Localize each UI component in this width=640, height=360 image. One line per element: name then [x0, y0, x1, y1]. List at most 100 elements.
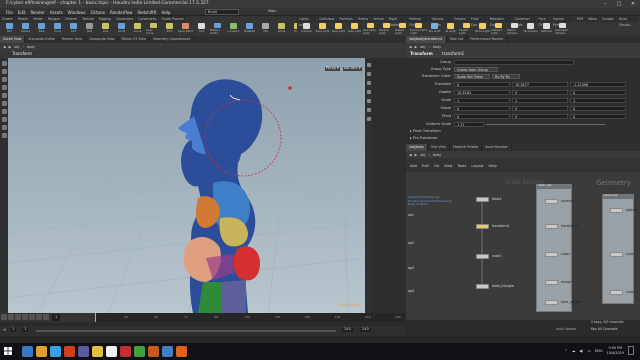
menu-file[interactable]: File: [6, 10, 13, 15]
taskbar-app-icon[interactable]: [50, 346, 61, 357]
shelf-tab[interactable]: Rigid Bodies: [386, 16, 407, 27]
viewport-scene[interactable]: [8, 58, 365, 313]
taskbar-app-icon[interactable]: [92, 346, 103, 357]
node-merge[interactable]: [545, 280, 558, 285]
shaded-icon[interactable]: [366, 90, 371, 94]
menu-render[interactable]: Render: [30, 10, 44, 15]
back-arrow-icon[interactable]: ◀: [409, 153, 412, 157]
shelf-tab[interactable]: Container Tools: [512, 16, 536, 27]
tab-performance-monitor[interactable]: Performance Monitor: [467, 36, 508, 43]
play-end-icon[interactable]: [43, 314, 49, 320]
path-obj[interactable]: obj: [420, 153, 425, 157]
node-tube[interactable]: [545, 300, 558, 305]
path-body[interactable]: body: [433, 45, 441, 49]
shelf-tool-button[interactable]: Circle: [114, 23, 129, 35]
measure-tool-icon[interactable]: [1, 133, 7, 138]
3d-viewport[interactable]: Persp ▾ No cam ▾ Indie Edition: [8, 58, 365, 313]
rotate-y-field[interactable]: 0: [512, 90, 568, 95]
pivot-x-field[interactable]: 0: [454, 114, 510, 119]
shelf-tab[interactable]: Grains: [355, 16, 371, 22]
shelf-tab[interactable]: Oceans: [451, 16, 468, 22]
shelf-tab[interactable]: Texture: [80, 16, 96, 22]
translate-y-field[interactable]: 10.3477: [512, 82, 568, 87]
shelf-tool-button[interactable]: L-System: [226, 23, 241, 35]
translate-z-field[interactable]: -1.21398: [570, 82, 626, 87]
notifications-icon[interactable]: [628, 346, 634, 355]
range-end-field-2[interactable]: 240: [360, 327, 371, 332]
wireframe-icon[interactable]: [366, 81, 371, 85]
shelf-tool-button[interactable]: Switcher: [539, 23, 554, 35]
node-color[interactable]: [610, 290, 623, 295]
cloud-icon[interactable]: ☁: [572, 349, 576, 353]
shelf-tab[interactable]: Viscous Fluids: [429, 16, 451, 27]
current-frame-field[interactable]: 1: [52, 314, 61, 321]
rotate-x-field[interactable]: 15.5263: [454, 90, 510, 95]
node-blast-triangle[interactable]: [476, 284, 489, 289]
taskbar-app-icon[interactable]: [176, 346, 187, 357]
shelf-tool-button[interactable]: Portal Light: [475, 23, 490, 35]
tab-scene-view[interactable]: Scene View: [0, 36, 26, 43]
shelf-tab[interactable]: Create: [0, 16, 15, 22]
tab-animation-editor[interactable]: Animation Editor: [25, 36, 59, 43]
tab-params[interactable]: /obj/body/transform1: [406, 36, 447, 43]
shelf-tool-button[interactable]: Area Light: [347, 23, 362, 35]
scale-x-field[interactable]: 1: [454, 98, 510, 103]
maximize-button[interactable]: □: [612, 0, 626, 8]
forward-arrow-icon[interactable]: ▶: [415, 45, 418, 49]
view-tool-icon[interactable]: [1, 109, 7, 114]
shelf-tool-button[interactable]: Path: [162, 23, 177, 35]
shelf-tab[interactable]: Vellum: [371, 16, 386, 22]
tab-take-list[interactable]: Take List: [447, 36, 468, 43]
move-tool-icon[interactable]: [1, 69, 7, 74]
timeline-ruler[interactable]: 24 48 72 96 120 144 168 192 216 240: [95, 313, 406, 322]
handle-tool-icon[interactable]: [1, 93, 7, 98]
display-options-icon[interactable]: [366, 63, 371, 67]
main-label[interactable]: Main: [268, 9, 277, 14]
shelf-tool-button[interactable]: Torus: [50, 23, 65, 35]
play-start-icon[interactable]: [1, 314, 7, 320]
grid-toggle-icon[interactable]: [366, 99, 371, 103]
tab-motion-fx-view[interactable]: Motion FX View: [119, 36, 150, 43]
range-icon[interactable]: ⟲: [3, 328, 6, 333]
shelf-tab[interactable]: Particles: [337, 16, 355, 22]
scale-z-field[interactable]: 1: [570, 98, 626, 103]
shelf-tab[interactable]: Characters: [113, 16, 136, 22]
tab-composite-view[interactable]: Composite View: [86, 36, 119, 43]
shelf-tab[interactable]: FEM: [574, 16, 586, 22]
menu-add[interactable]: Add: [410, 164, 417, 168]
rotate-tool-icon[interactable]: [1, 77, 7, 82]
network-canvas[interactable]: Indie Edition Geometry Hypertext Transfe…: [406, 172, 640, 320]
node-color[interactable]: [476, 254, 489, 259]
lighting-icon[interactable]: [366, 72, 371, 76]
back-arrow-icon[interactable]: ◀: [409, 45, 412, 49]
node-blast[interactable]: [476, 197, 489, 202]
shelf-tab[interactable]: Polygon: [45, 16, 63, 22]
shelf-tool-button[interactable]: Sphere: [18, 23, 33, 35]
shelf-tab[interactable]: Collisions: [317, 16, 337, 22]
shelf-tool-button[interactable]: File: [258, 23, 273, 35]
shelf-tab[interactable]: Crowds: [600, 16, 616, 22]
shelf-tab[interactable]: Rigging: [96, 16, 113, 22]
windows-start-icon[interactable]: [4, 347, 12, 355]
taskbar-app-icon[interactable]: [22, 346, 33, 357]
shear-x-field[interactable]: 0: [454, 106, 510, 111]
shelf-tool-button[interactable]: Volume Light: [379, 23, 394, 35]
shelf-tool-button[interactable]: Line: [98, 23, 113, 35]
shelf-tool-button[interactable]: Grid: [66, 23, 81, 35]
shelf-tab[interactable]: Constraints: [136, 16, 159, 22]
range-slider[interactable]: [36, 330, 336, 332]
shelf-tab[interactable]: Fluid Con...: [468, 16, 487, 27]
shelf-tool-button[interactable]: Environment Light: [410, 23, 427, 35]
battery-icon[interactable]: ▭: [587, 349, 590, 353]
pre-transform-section[interactable]: ▸ Pre-Transform: [410, 136, 438, 141]
node-object[interactable]: [610, 208, 623, 213]
menu-renderflow[interactable]: Renderflow: [110, 10, 132, 15]
tab-geometry-spreadsheet[interactable]: Geometry Spreadsheet: [150, 36, 194, 43]
pivot-z-field[interactable]: 0: [570, 114, 626, 119]
shelf-tool-button[interactable]: Distant Light: [395, 23, 410, 35]
shelf-tool-button[interactable]: Sky Light: [427, 23, 442, 35]
node-transform[interactable]: [545, 224, 558, 229]
pivot-y-field[interactable]: 0: [512, 114, 568, 119]
forward-arrow-icon[interactable]: ▶: [9, 45, 12, 49]
auto-update-toggle[interactable]: Auto Update: [556, 327, 576, 331]
